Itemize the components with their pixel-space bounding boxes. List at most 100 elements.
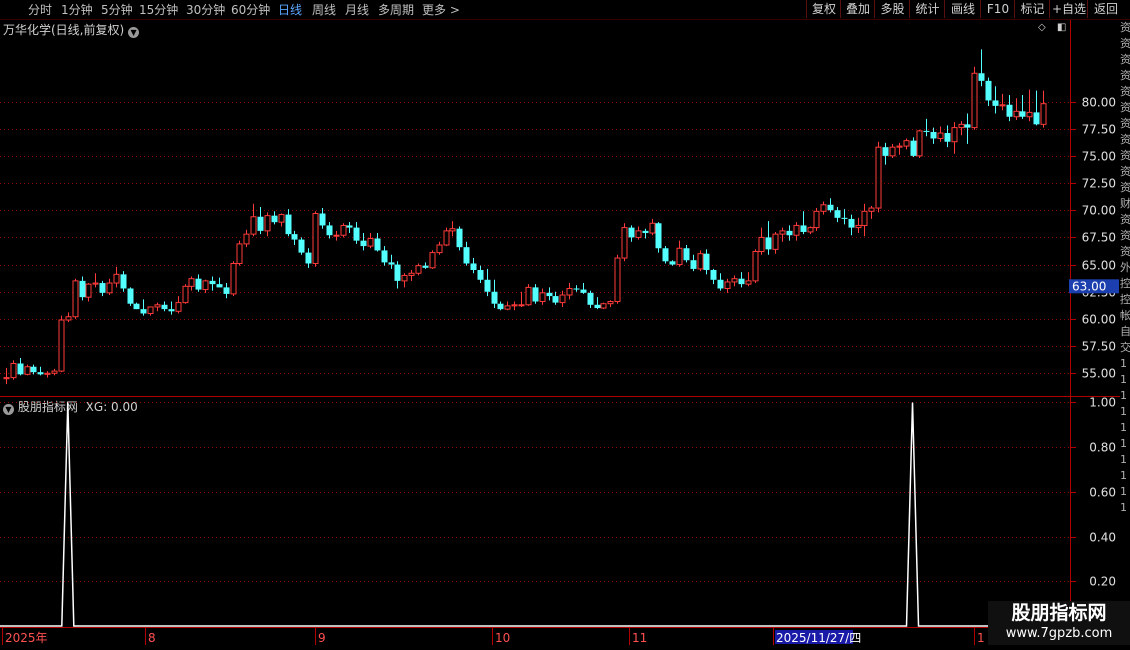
price-axis: 55.00 57.50 60.00 62.50 65.00 67.50 70.00 72.50… [1070, 96, 1116, 381]
panel-controls[interactable]: ◇ ◧ [1038, 22, 1066, 33]
candle-body [628, 227, 635, 238]
candle-body [1033, 112, 1040, 125]
indicator-panel-title[interactable]: ▼ 股朋指标网 XG: 0.00 [3, 398, 138, 415]
side-glyph: 资 [1120, 117, 1130, 130]
candle-body [168, 309, 175, 312]
period-tab[interactable]: 日线 [278, 1, 302, 18]
candle [3, 367, 10, 385]
candle-body [896, 145, 903, 148]
candle-body [772, 233, 779, 250]
candle-body [820, 204, 827, 212]
candle-body [546, 292, 553, 297]
candle [381, 246, 388, 266]
toolbar-button[interactable]: 多股 [874, 0, 910, 18]
candle [388, 254, 395, 269]
candle-body [223, 287, 230, 294]
date-label: 11 [632, 631, 647, 645]
candle-body [422, 265, 429, 268]
candle-body [552, 296, 559, 303]
candle-body [807, 227, 814, 233]
candle [614, 254, 621, 304]
diamond-icon[interactable]: ◇ [1038, 22, 1046, 33]
candle-body [758, 236, 765, 253]
candle [106, 278, 113, 295]
candle [937, 126, 944, 142]
period-tab[interactable]: 5分钟 [101, 1, 133, 18]
toolbar-button[interactable]: 叠加 [840, 0, 875, 18]
period-tab[interactable]: 更多 > [422, 1, 460, 18]
candle-body [1026, 111, 1033, 118]
candle [422, 262, 429, 269]
candle [992, 86, 999, 114]
toolbar-button[interactable]: 标记 [1014, 0, 1050, 18]
price-tick-label: 77.50 [1082, 123, 1116, 137]
candle-body [388, 262, 395, 265]
candle-body [717, 279, 724, 289]
toolbar-button[interactable]: +自选 [1049, 0, 1088, 18]
candle [291, 230, 298, 245]
candle [236, 240, 243, 266]
period-tab[interactable]: 60分钟 [231, 1, 270, 18]
period-tab[interactable]: 多周期 [378, 1, 414, 18]
period-tab[interactable]: 1分钟 [61, 1, 93, 18]
candle-body [319, 213, 326, 226]
candle-body [690, 260, 697, 269]
candle-body [408, 272, 415, 276]
candle-body [971, 72, 978, 129]
candle-body [477, 270, 484, 280]
candle-body [484, 279, 491, 292]
candle-body [17, 363, 24, 375]
period-tab[interactable]: 分时 [28, 1, 52, 18]
toolbar: 分时 1分钟 5分钟 15分钟 30分钟 60分钟 日线 周线 月线 多周期 更多 > 复权 叠加 多股… [0, 0, 1130, 20]
candle-body [683, 248, 690, 261]
candle-body [992, 100, 999, 106]
candle [168, 301, 175, 315]
candle-body [312, 212, 319, 264]
candle-body [326, 225, 333, 236]
candle-body [710, 270, 717, 280]
toolbar-button[interactable]: 复权 [806, 0, 841, 18]
side-glyph: 资 [1120, 101, 1130, 114]
candle [772, 231, 779, 254]
candles [3, 49, 1047, 385]
period-tab[interactable]: 30分钟 [186, 1, 225, 18]
candle-body [855, 224, 862, 229]
period-tab[interactable]: 月线 [345, 1, 369, 18]
toolbar-button[interactable]: F10 [980, 0, 1015, 18]
candle-body [449, 228, 456, 232]
toolbar-button[interactable]: 画线 [944, 0, 981, 18]
main-panel-title[interactable]: 万华化学(日线,前复权) ▼ [3, 21, 140, 38]
side-glyph: 资 [1120, 85, 1130, 98]
candle [394, 261, 401, 289]
period-tab[interactable]: 15分钟 [139, 1, 178, 18]
price-tick-label: 75.00 [1082, 150, 1116, 164]
chevron-down-icon[interactable]: ▼ [3, 404, 14, 415]
side-glyph: 资 [1120, 53, 1130, 66]
candle [250, 203, 257, 237]
candle-body [635, 230, 642, 238]
candle [223, 283, 230, 299]
toolbar-button[interactable]: 返回 [1087, 0, 1124, 18]
candle [285, 209, 292, 237]
date-label: 8 [148, 631, 156, 645]
chevron-down-icon[interactable]: ▼ [128, 27, 140, 38]
candle [10, 360, 17, 380]
candle [875, 141, 882, 213]
candle [546, 287, 553, 301]
indicator-tick-label: 0.20 [1089, 575, 1116, 589]
window-toggle-icon[interactable]: ◧ [1057, 22, 1066, 33]
toolbar-button[interactable]: 统计 [909, 0, 945, 18]
candle-body [394, 264, 401, 281]
candle-body [655, 223, 662, 249]
candle [532, 284, 539, 304]
candle [697, 250, 704, 272]
candle [99, 280, 106, 297]
candle [367, 233, 374, 249]
candle-body [669, 261, 676, 265]
candle-body [243, 233, 250, 245]
candle-body [999, 104, 1006, 107]
candle-body [182, 285, 189, 304]
period-tab[interactable]: 周线 [312, 1, 336, 18]
candle-body [594, 304, 601, 309]
candle [271, 211, 278, 225]
